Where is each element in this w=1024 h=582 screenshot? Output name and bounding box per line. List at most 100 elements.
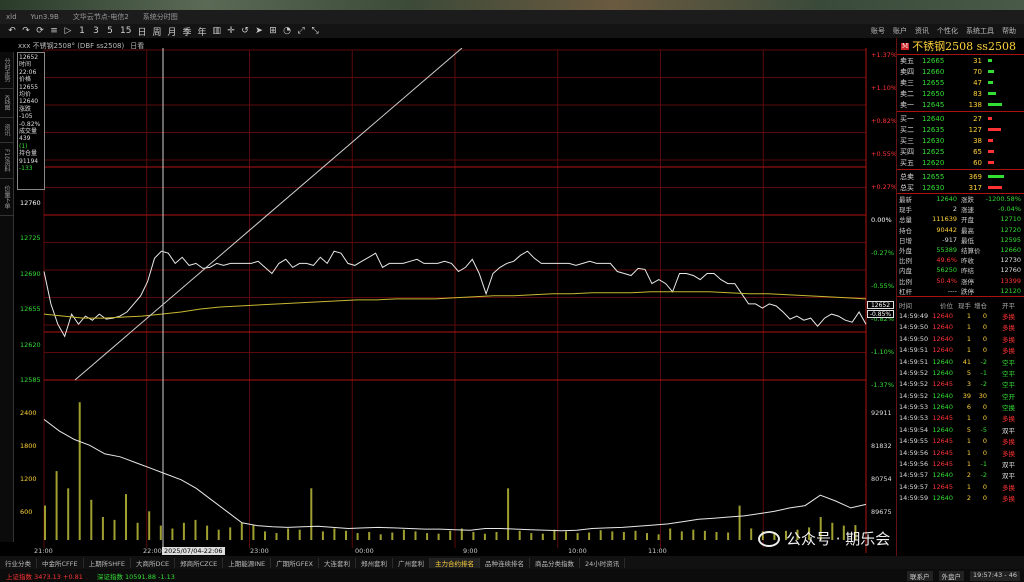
time-tick: 23:00 [250,547,269,555]
foreign-button[interactable]: 外盘户 [938,570,965,581]
bottom-tab-11[interactable]: 品种连续排名 [480,557,531,568]
order-book-row[interactable]: 卖四 12660 70 [897,66,1024,77]
oi-tick: 80754 [871,475,892,483]
cross-icon[interactable]: ✛ [227,26,235,36]
volume-bar [449,530,452,540]
divider [897,111,1024,112]
forward-icon[interactable]: ↷ [22,26,30,36]
grid-icon[interactable]: ⊞ [269,26,277,36]
menu-item-1[interactable]: 账户 [893,26,907,36]
order-book-row[interactable]: 买一 12640 27 [897,113,1024,124]
order-book-row[interactable]: 卖一 12645 138 [897,99,1024,110]
pct-tick: +0.27% [871,183,898,191]
crosshair-info-box: 12652 时间 22:06 价格 12655 均价 12640 涨跌 -105 -0.82% 成交… [17,52,45,190]
tick-time: 14:59:54 [899,425,929,434]
timeshare-chart[interactable] [0,48,894,558]
volume-bar [414,531,417,540]
tick-time: 14:59:49 [899,311,929,320]
volume-bar [368,532,371,540]
bottom-tab-0[interactable]: 行业分类 [0,557,37,568]
order-book-row[interactable]: 卖二 12650 83 [897,88,1024,99]
server-node[interactable]: 文华云节点-电信2 [73,12,129,22]
pct-tick: +0.82% [871,117,898,125]
menu-item-5[interactable]: 帮助 [1002,26,1016,36]
period-button-11[interactable]: 月 [167,25,176,38]
refresh-icon[interactable]: ⟳ [36,26,44,36]
period-button-6[interactable]: 3 [92,26,100,36]
view-name[interactable]: 系统分时图 [143,12,178,22]
order-book-row[interactable]: 买五 12620 60 [897,157,1024,168]
bottom-tab-3[interactable]: 大商所DCE [131,557,176,568]
period-button-5[interactable]: 1 [78,26,86,36]
tick-increment: -2 [980,380,987,389]
menu-item-4[interactable]: 系统工具 [966,26,994,36]
ob-price: 12655 [922,172,945,181]
bottom-tab-2[interactable]: 上期所SHFE [84,557,131,568]
expand-icon[interactable]: ⤢ [297,26,305,36]
tick-time: 14:59:53 [899,403,929,412]
stat-label: 最新 [899,196,912,205]
period-button-8[interactable]: 15 [120,26,131,36]
bottom-tab-13[interactable]: 24小时资讯 [580,557,626,568]
ob-volume-bar [988,150,994,153]
volume-bar [588,532,591,540]
bottom-tab-9[interactable]: 广州套利 [393,557,431,568]
tick-price: 12640 [932,494,953,503]
bottom-tab-1[interactable]: 中金所CFFE [37,557,84,568]
volume-bar [333,528,336,540]
bottom-tab-8[interactable]: 郑州套利 [356,557,394,568]
period-button-13[interactable]: 年 [198,25,207,38]
order-book-row[interactable]: 总买 12630 317 [897,182,1024,193]
bottom-tab-5[interactable]: 上期能源INE [223,557,272,568]
tick-header: 时间 价位 现手 增仓 开平 [897,299,1024,310]
order-book-row[interactable]: 买二 12635 127 [897,124,1024,135]
tick-list[interactable]: 时间 价位 现手 增仓 开平 14:59:49 12640 1 0 多换 14:59:50 12640… [897,295,1024,504]
compress-icon[interactable]: ⤡ [311,26,319,36]
tick-header-hand: 现手 [958,301,971,310]
bottom-tab-4[interactable]: 郑商所CZCE [175,557,224,568]
ob-volume: 369 [968,172,982,181]
time-tick: 21:00 [34,547,53,555]
order-book-row[interactable]: 卖三 12655 47 [897,77,1024,88]
order-book-row[interactable]: 总卖 12655 369 [897,171,1024,182]
bottom-tab-6[interactable]: 广期所GFEX [271,557,320,568]
tick-increment: -5 [980,425,987,434]
tick-type: 多换 [1002,347,1015,356]
bars-icon[interactable]: ≡ [50,26,58,36]
tick-increment: 0 [982,323,987,332]
tick-increment: 0 [982,403,987,412]
bottom-tab-10[interactable]: 主力合约排名 [430,557,481,568]
volume-bar [90,499,93,540]
contact-button[interactable]: 联系户 [907,570,933,581]
ob-volume-bar [988,81,993,84]
period-button-7[interactable]: 5 [106,26,114,36]
stat-value: -917 [942,235,957,244]
volume-bar [495,532,498,540]
stat-label: 外盘 [899,247,912,256]
tick-type: 多换 [1002,312,1015,321]
watermark-text: 公众号 · 期乐会 [786,530,891,548]
order-book-row[interactable]: 买四 12625 65 [897,146,1024,157]
period-button-9[interactable]: 日 [137,25,146,38]
stat-value: 56250 [936,266,957,275]
undo-icon[interactable]: ↺ [241,26,249,36]
chart-icon[interactable]: ▥ [213,26,222,36]
back-icon[interactable]: ↶ [8,26,16,36]
order-book-row[interactable]: 买三 12630 38 [897,135,1024,146]
arrow-icon[interactable]: ➤ [255,26,263,36]
bottom-tab-7[interactable]: 大连套利 [319,557,357,568]
menu-item-3[interactable]: 个性化 [937,26,958,36]
bottom-tab-12[interactable]: 商品分类指数 [530,557,581,568]
period-button-12[interactable]: 季 [183,25,192,38]
period-button-10[interactable]: 周 [152,25,161,38]
menu-item-2[interactable]: 资讯 [915,26,929,36]
menu-item-0[interactable]: 账号 [871,26,885,36]
contract-code: ss2508 [976,39,1016,53]
divider [897,169,1024,170]
tick-type: 空换 [1002,404,1015,413]
tick-increment: 0 [982,482,987,491]
play-icon[interactable]: ▷ [64,26,72,36]
ob-label: 买三 [900,136,914,145]
wifi-icon[interactable]: ◔ [283,26,291,36]
order-book-row[interactable]: 卖五 12665 31 [897,55,1024,66]
